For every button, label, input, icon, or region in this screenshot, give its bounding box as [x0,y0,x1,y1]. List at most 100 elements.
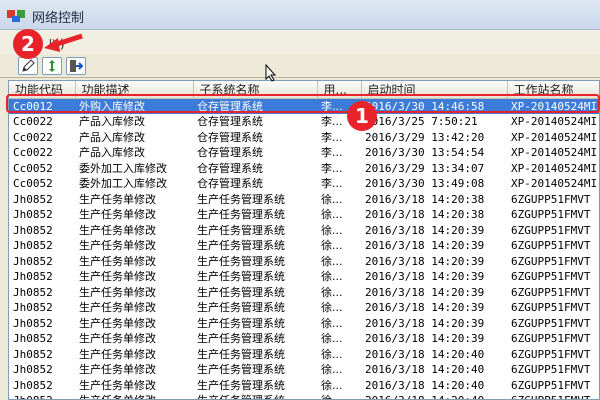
table-cell: XP-20140524MI [511,177,598,191]
table-row[interactable]: Jh0852生产任务单修改生产任务管理系统徐...2016/3/18 14:20… [9,269,599,285]
table-cell: 2016/3/30 13:49:08 [365,177,485,191]
edit-pencil-icon [22,59,35,72]
table-cell: 徐... [321,301,343,315]
table-cell: Jh0852 [13,285,53,299]
table-cell: 徐... [321,254,343,268]
table-cell: 2016/3/18 14:20:38 [365,192,485,206]
table-cell: XP-20140524MI [511,130,598,144]
table-cell: 仓存管理系统 [197,161,263,175]
table-cell: 生产任务单修改 [79,332,156,346]
table-cell: Jh0852 [13,208,53,222]
table-cell: 仓存管理系统 [197,130,263,144]
table-cell: 生产任务单修改 [79,363,156,377]
table-cell: 徐... [321,363,343,377]
table-row[interactable]: Jh0852生产任务单修改生产任务管理系统徐...2016/3/18 14:20… [9,331,599,347]
menu-bar: 以) [0,30,600,54]
toolbar [0,54,600,78]
table-cell: 委外加工入库修改 [79,161,167,175]
table-cell: 徐... [321,316,343,330]
table-cell: Jh0852 [13,332,53,346]
table-row[interactable]: Jh0852生产任务单修改生产任务管理系统徐...2016/3/18 14:20… [9,192,599,208]
table-cell: 生产任务管理系统 [197,208,285,222]
table-cell: Cc0022 [13,146,53,160]
table-row[interactable]: Jh0852生产任务单修改生产任务管理系统徐...2016/3/18 14:20… [9,347,599,363]
table-cell: Cc0052 [13,177,53,191]
column-header[interactable]: 功能描述 [75,81,194,99]
table-cell: 生产任务单修改 [79,208,156,222]
table-cell: 生产任务管理系统 [197,285,285,299]
table-cell: 6ZGUPP51FMVT [511,332,591,346]
table-cell: 徐... [317,393,361,399]
table-cell: 生产任务管理系统 [197,301,285,315]
table-cell: 生产任务管理系统 [197,239,285,253]
table-cell: 2016/3/25 7:50:21 [365,115,478,129]
table-cell: 徐... [321,208,343,222]
table-cell: 6ZGUPP51FMVT [511,270,591,284]
table-cell: Jh0852 [13,316,53,330]
table-cell: 生产任务管理系统 [197,332,285,346]
table-row[interactable]: Cc0022 产品入库修改 仓存管理系统 李... 2016/3/29 13:42:20… [9,130,599,146]
table-cell: 2016/3/18 14:20:39 [365,316,485,330]
table-cell: XP-20140524MI [511,146,598,160]
table-row[interactable]: Cc0022 产品入库修改 仓存管理系统 李... 2016/3/25 7:50:21 X… [9,114,599,130]
table-row[interactable]: Cc0012 外购入库修改 仓存管理系统 李... 2016/3/30 14:46:58… [9,98,599,114]
table-cell: 徐... [321,378,343,392]
table-cell: 生产任务单修改 [79,254,156,268]
table-row[interactable]: Jh0852生产任务单修改生产任务管理系统徐...2016/3/18 14:20… [9,238,599,254]
table-row[interactable]: Cc0052 委外加工入库修改 仓存管理系统 李... 2016/3/29 13:34:… [9,161,599,177]
table-cell: 6ZGUPP51FMVT [511,347,591,361]
table-cell: XP-20140524MI [507,98,599,114]
table-cell: 李... [321,161,343,175]
table-cell: 6ZGUPP51FMVT [511,223,591,237]
table-cell: XP-20140524MI [511,161,598,175]
table-row[interactable]: Jh0852生产任务单修改生产任务管理系统徐...2016/3/18 14:20… [9,285,599,301]
edit-button[interactable] [18,57,38,75]
refresh-icon [49,60,55,72]
table-cell: 徐... [321,239,343,253]
table-row[interactable]: Jh0852 生产任务单修改 生产任务管理系统 徐... 2016/3/18 14:20… [9,207,599,223]
table-cell: 仓存管理系统 [197,146,263,160]
table-cell: 2016/3/18 14:20:40 [365,363,485,377]
table-cell: 徐... [321,192,343,206]
table-cell: 徐... [321,332,343,346]
table-cell: 李... [321,146,343,160]
table-cell: 生产任务单修改 [79,239,156,253]
table-row[interactable]: Jh0852生产任务单修改生产任务管理系统徐...2016/3/18 14:20… [9,254,599,270]
table-row[interactable]: Jh0852生产任务单修改生产任务管理系统徐...2016/3/18 14:20… [9,300,599,316]
table-row[interactable]: Jh0852生产任务单修改生产任务管理系统徐...2016/3/18 14:20… [9,393,599,399]
table-row[interactable]: Jh0852生产任务单修改生产任务管理系统徐...2016/3/18 14:20… [9,316,599,332]
table-row[interactable]: Cc0052 委外加工入库修改 仓存管理系统 李... 2016/3/30 13:49:… [9,176,599,192]
refresh-button[interactable] [42,57,62,75]
table-cell: 2016/3/18 14:20:40 [365,378,485,392]
table-cell: 李... [321,177,343,191]
column-header[interactable]: 子系统名称 [193,81,318,99]
table-cell: 2016/3/18 14:20:38 [365,208,485,222]
table-cell: 2016/3/18 14:20:39 [365,301,485,315]
table-cell: Jh0852 [13,192,53,206]
header-row: 功能代码 功能描述 子系统名称 用... 启动时间 工作站名称 [9,81,599,99]
column-header[interactable]: 启动时间 [361,81,508,99]
table-cell: 2016/3/29 13:42:20 [365,130,485,144]
step-badge-1: 1 [347,101,377,131]
table-cell: Jh0852 [13,254,53,268]
table-row[interactable]: Cc0022 产品入库修改 仓存管理系统 李... 2016/3/30 13:54:54… [9,145,599,161]
table-cell: 生产任务单修改 [79,347,156,361]
table-cell: XP-20140524MI [511,115,598,129]
column-header[interactable]: 用... [317,81,362,99]
exit-button[interactable] [66,57,86,75]
table-cell: 生产任务管理系统 [197,270,285,284]
table-row[interactable]: Jh0852生产任务单修改生产任务管理系统徐...2016/3/18 14:20… [9,378,599,394]
table-cell: 生产任务单修改 [79,223,156,237]
table-row[interactable]: Jh0852生产任务单修改生产任务管理系统徐...2016/3/18 14:20… [9,362,599,378]
column-header[interactable]: 功能代码 [9,81,76,99]
column-header[interactable]: 工作站名称 [507,81,599,99]
title-bar: 网络控制 [0,0,600,30]
table-cell: Jh0852 [13,270,53,284]
table-cell: 6ZGUPP51FMVT [511,254,591,268]
table-row[interactable]: Jh0852生产任务单修改生产任务管理系统徐...2016/3/18 14:20… [9,223,599,239]
table-cell: 生产任务单修改 [79,378,156,392]
table-cell: 生产任务管理系统 [197,223,285,237]
table-cell: 徐... [321,285,343,299]
table-cell: 2016/3/18 14:20:39 [365,270,485,284]
table-cell: 6ZGUPP51FMVT [511,316,591,330]
